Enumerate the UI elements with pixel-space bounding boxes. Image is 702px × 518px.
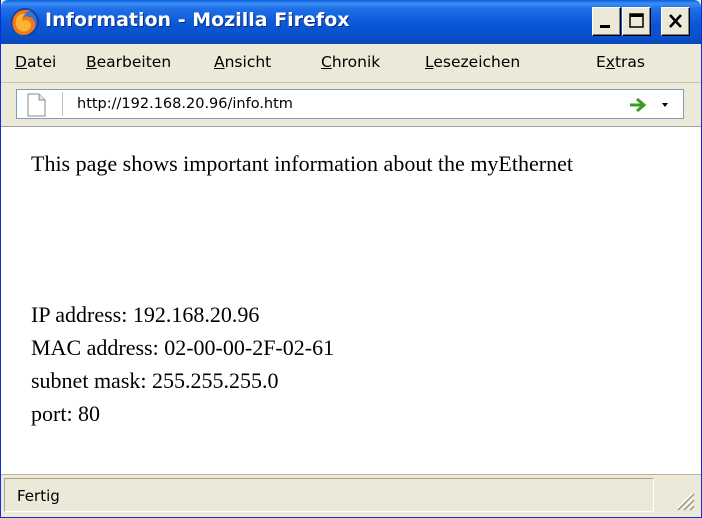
maximize-icon bbox=[629, 13, 644, 28]
url-input[interactable]: http://192.168.20.96/info.htm bbox=[77, 96, 293, 112]
close-button[interactable] bbox=[661, 7, 690, 36]
minimize-icon bbox=[600, 25, 610, 28]
minimize-button[interactable] bbox=[592, 7, 621, 36]
maximize-button[interactable] bbox=[622, 7, 651, 36]
dropdown-arrow-icon[interactable] bbox=[661, 102, 669, 108]
subnet-mask-line: subnet mask: 255.255.255.0 bbox=[31, 368, 279, 393]
page-content: This page shows important information ab… bbox=[1, 126, 701, 474]
ip-address-line: IP address: 192.168.20.96 bbox=[31, 302, 260, 327]
firefox-icon bbox=[11, 8, 39, 36]
menu-bar: Datei Bearbeiten Ansicht Chronik Lesezei… bbox=[1, 44, 701, 83]
menu-lesezeichen[interactable]: Lesezeichen bbox=[425, 53, 520, 71]
address-separator bbox=[62, 92, 63, 116]
menu-datei[interactable]: Datei bbox=[15, 53, 56, 71]
browser-window: Information - Mozilla Firefox Datei Bear… bbox=[0, 0, 702, 518]
port-line: port: 80 bbox=[31, 401, 101, 426]
status-bar: Fertig bbox=[1, 474, 701, 517]
intro-text: This page shows important information ab… bbox=[31, 151, 573, 176]
navigation-bar: http://192.168.20.96/info.htm bbox=[1, 83, 701, 125]
menu-bearbeiten[interactable]: Bearbeiten bbox=[86, 53, 171, 71]
status-text: Fertig bbox=[17, 487, 60, 505]
menu-extras[interactable]: Extras bbox=[596, 53, 645, 71]
page-icon bbox=[27, 93, 46, 117]
info-list: IP address: 192.168.20.96 MAC address: 0… bbox=[31, 298, 334, 430]
mac-address-line: MAC address: 02-00-00-2F-02-61 bbox=[31, 335, 335, 360]
status-panel: Fertig bbox=[4, 478, 654, 512]
title-bar[interactable]: Information - Mozilla Firefox bbox=[1, 0, 701, 44]
address-bar[interactable]: http://192.168.20.96/info.htm bbox=[16, 89, 684, 119]
menu-ansicht[interactable]: Ansicht bbox=[214, 53, 271, 71]
resize-grip-icon[interactable] bbox=[673, 489, 695, 511]
menu-chronik[interactable]: Chronik bbox=[321, 53, 380, 71]
go-arrow-icon[interactable] bbox=[628, 96, 648, 114]
window-title: Information - Mozilla Firefox bbox=[45, 9, 350, 31]
close-icon bbox=[669, 14, 682, 28]
